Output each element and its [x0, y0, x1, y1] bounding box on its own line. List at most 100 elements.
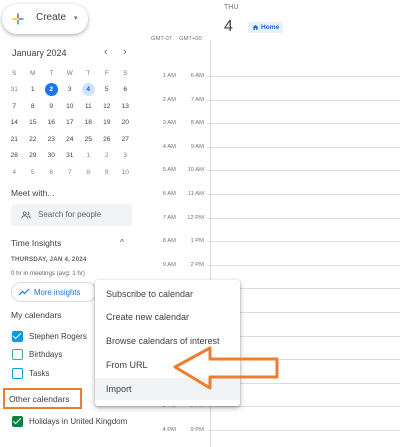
week-row: 21 22 23 24 25 26 27 [5, 131, 135, 148]
day-cell[interactable]: 3 [116, 149, 135, 162]
create-button[interactable]: Create ▾ [2, 4, 88, 34]
other-calendars-title[interactable]: Other calendars [9, 394, 69, 404]
day-cell[interactable]: 11 [79, 100, 98, 113]
mini-calendar-grid: S M T W T F S 31 1 2 3 4 5 6 7 8 9 10 11… [5, 65, 135, 181]
calendar-item-label: Holidays in United Kingdom [29, 416, 128, 426]
day-cell[interactable]: 1 [79, 149, 98, 162]
calendar-item-stephen-rogers[interactable]: Stephen Rogers [12, 329, 87, 343]
day-cell[interactable]: 8 [79, 166, 98, 179]
day-cell[interactable]: 22 [24, 133, 43, 146]
my-calendars-title: My calendars [11, 310, 62, 320]
day-cell[interactable]: 17 [61, 116, 80, 129]
hour-label-secondary: 11 AM [187, 191, 204, 197]
day-cell[interactable]: 24 [61, 133, 80, 146]
day-cell[interactable]: 5 [24, 166, 43, 179]
arrow-annotation-icon [173, 346, 279, 390]
hour-gridline [207, 264, 400, 266]
day-cell[interactable]: 9 [42, 100, 61, 113]
menu-item-subscribe[interactable]: Subscribe to calendar [95, 283, 240, 305]
day-cell[interactable]: 10 [61, 100, 80, 113]
checkbox-icon[interactable] [12, 415, 23, 427]
day-cell[interactable]: 15 [24, 116, 43, 129]
hour-gridline [207, 170, 400, 172]
week-row: 14 15 16 17 18 19 20 [5, 115, 135, 132]
day-cell[interactable]: 8 [24, 100, 43, 113]
weekday-label: S [123, 69, 128, 77]
day-cell[interactable]: 7 [5, 100, 24, 113]
checkbox-icon[interactable] [12, 330, 23, 342]
day-cell-selected[interactable]: 4 [79, 83, 98, 97]
day-cell[interactable]: 4 [5, 166, 24, 179]
hour-label: 2 AM [162, 96, 176, 103]
more-insights-button[interactable]: More insights [11, 282, 97, 302]
hour-label: 6 AM [162, 191, 176, 197]
day-cell[interactable]: 1 [24, 83, 43, 96]
week-row: 4 5 6 7 8 9 10 [5, 164, 135, 181]
hour-label-secondary: 1 PM [190, 238, 204, 245]
home-icon [252, 24, 259, 30]
chevron-up-icon[interactable]: ^ [120, 238, 124, 247]
day-cell[interactable]: 9 [98, 166, 117, 179]
week-row: 28 29 30 31 1 2 3 [5, 148, 135, 165]
hour-gridline [207, 430, 400, 431]
home-event-chip[interactable]: Home [248, 22, 284, 33]
day-cell[interactable]: 16 [42, 116, 61, 129]
prev-month-icon[interactable]: ‹ [104, 46, 108, 58]
day-cell[interactable]: 28 [5, 149, 24, 162]
day-cell[interactable]: 31 [5, 83, 24, 96]
weekday-label: T [49, 69, 54, 77]
hour-label-secondary: 8 AM [190, 120, 204, 127]
day-cell[interactable]: 19 [98, 116, 117, 129]
day-cell[interactable]: 26 [98, 133, 117, 146]
timezone-label-secondary: GMT+00 [179, 36, 202, 42]
day-cell[interactable]: 5 [98, 83, 117, 96]
time-insights-title: Time Insights [11, 238, 62, 248]
weekday-label: M [30, 69, 36, 77]
hour-label: 8 AM [162, 238, 176, 245]
plus-icon [12, 13, 24, 25]
day-cell[interactable]: 10 [116, 166, 135, 179]
insights-date: THURSDAY, JAN 4, 2024 [11, 256, 87, 263]
hour-gridline [207, 217, 400, 219]
more-insights-label: More insights [34, 288, 81, 297]
calendar-item-birthdays[interactable]: Birthdays [12, 347, 62, 361]
weekday-label: W [66, 69, 73, 77]
day-cell[interactable]: 3 [61, 83, 80, 96]
weekday-header: S M T W T F S [5, 65, 135, 82]
day-cell[interactable]: 23 [42, 133, 61, 146]
day-cell[interactable]: 30 [42, 149, 61, 162]
checkbox-icon[interactable] [12, 348, 23, 360]
hour-gridline [207, 123, 400, 125]
hour-label-secondary: 10 AM [187, 167, 204, 174]
day-cell[interactable]: 31 [61, 149, 80, 162]
day-cell[interactable]: 7 [61, 166, 80, 179]
day-cell[interactable]: 6 [42, 166, 61, 179]
calendar-item-label: Stephen Rogers [29, 331, 87, 341]
day-cell[interactable]: 18 [79, 116, 98, 129]
day-cell-today[interactable]: 2 [42, 83, 61, 97]
day-cell[interactable]: 6 [116, 83, 135, 96]
search-people-input[interactable]: Search for people [11, 204, 132, 226]
hour-label: 7 AM [162, 214, 176, 221]
day-cell[interactable]: 29 [24, 149, 43, 162]
checkbox-icon[interactable] [12, 367, 23, 379]
calendar-item-holidays-uk[interactable]: Holidays in United Kingdom [12, 414, 127, 428]
day-cell[interactable]: 14 [5, 116, 24, 129]
day-cell[interactable]: 20 [116, 116, 135, 129]
day-cell[interactable]: 2 [98, 149, 117, 162]
weekday-label: S [12, 69, 17, 77]
timezone-label-primary: GMT-07 [151, 36, 172, 42]
hour-label: 3 AM [162, 120, 176, 127]
day-cell[interactable]: 27 [116, 133, 135, 146]
hour-gridline [207, 241, 400, 243]
hour-gridline [207, 76, 400, 77]
next-month-icon[interactable]: › [123, 46, 127, 58]
day-cell[interactable]: 12 [98, 100, 117, 113]
day-cell[interactable]: 13 [116, 100, 135, 113]
day-number[interactable]: 4 [224, 18, 233, 36]
menu-item-create-new[interactable]: Create new calendar [95, 306, 240, 328]
day-cell[interactable]: 21 [5, 133, 24, 146]
hour-label: 9 AM [162, 261, 176, 268]
calendar-item-tasks[interactable]: Tasks [12, 366, 49, 380]
day-cell[interactable]: 25 [79, 133, 98, 146]
